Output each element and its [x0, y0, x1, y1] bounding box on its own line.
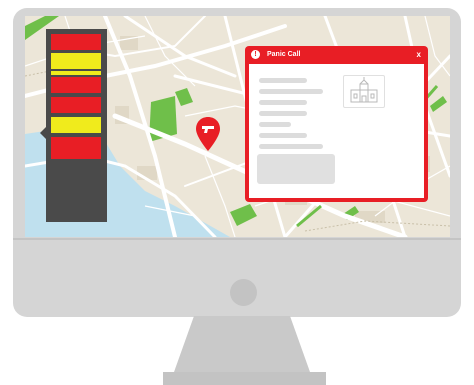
status-cell-yellow[interactable] — [51, 53, 101, 69]
placeholder-line — [259, 89, 323, 94]
status-cell-red[interactable] — [51, 34, 101, 50]
placeholder-line — [259, 122, 291, 127]
placeholder-line — [259, 133, 307, 138]
status-cell-red[interactable] — [51, 137, 101, 159]
status-stripe — [51, 71, 101, 75]
alert-status-panel[interactable] — [40, 29, 107, 222]
close-button[interactable]: x — [417, 49, 421, 60]
status-cell-red[interactable] — [51, 77, 101, 93]
placeholder-line — [259, 111, 307, 116]
placeholder-line — [259, 100, 307, 105]
screen: ! Panic Call x — [25, 16, 450, 237]
status-cell-red[interactable] — [51, 97, 101, 113]
placeholder-line — [259, 78, 307, 83]
power-button[interactable] — [230, 279, 257, 306]
panic-call-popup[interactable]: ! Panic Call x — [245, 46, 428, 202]
monitor-stand-base — [163, 372, 326, 385]
popup-body — [249, 64, 424, 198]
popup-header: ! Panic Call x — [245, 46, 428, 63]
popup-title: Panic Call — [267, 51, 301, 58]
alert-icon: ! — [251, 50, 260, 59]
placeholder-block — [257, 154, 335, 184]
status-cell-yellow[interactable] — [51, 117, 101, 133]
placeholder-line — [259, 144, 323, 149]
building-icon — [343, 75, 385, 108]
monitor-chin-divider — [13, 238, 461, 240]
gun-marker-icon[interactable] — [196, 117, 220, 156]
monitor-stand — [174, 316, 310, 372]
